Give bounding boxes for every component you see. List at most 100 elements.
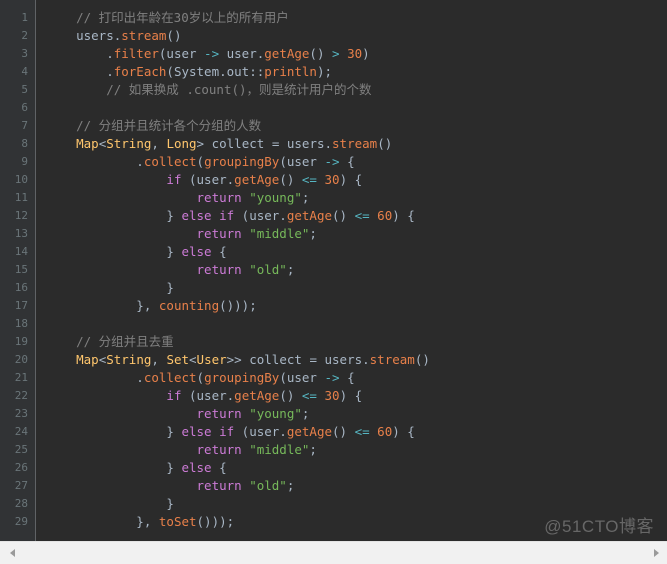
code-line[interactable]: .collect(groupingBy(user -> { [46,369,430,387]
code-token-string: "old" [249,262,287,277]
code-token-punc: }, [46,514,159,529]
code-token-number: 30 [324,172,340,187]
code-token-punc: () [309,46,332,61]
code-token-plain: (System.out:: [166,64,265,79]
code-line[interactable]: return "middle"; [46,225,430,243]
horizontal-scrollbar[interactable] [0,541,667,564]
code-line[interactable]: if (user.getAge() <= 30) { [46,387,430,405]
code-token-keyword: return [196,478,242,493]
code-token-plain: collect = users. [211,136,333,151]
code-line[interactable]: return "middle"; [46,441,430,459]
line-number: 27 [14,479,28,492]
code-token-keyword: return [196,442,242,457]
code-line[interactable]: ​ [46,99,430,117]
code-token-punc: . [46,370,144,385]
code-token-keyword: else [181,460,212,475]
code-token-number: 30 [347,46,363,61]
code-token-punc: } [46,280,174,295]
code-line[interactable]: .collect(groupingBy(user -> { [46,153,430,171]
source-code-content[interactable]: // 打印出年龄在30岁以上的所有用户 users.stream() .filt… [46,9,430,531]
code-token-type: Long [166,136,197,151]
code-token-type: Map [76,136,99,151]
code-line[interactable]: } else { [46,459,430,477]
code-line[interactable]: Map<String, Set<User>> collect = users.s… [46,351,430,369]
code-token-method: getAge [264,46,310,61]
code-token-operator: <= [354,424,370,439]
code-token-operator: -> [324,154,340,169]
code-line[interactable]: if (user.getAge() <= 30) { [46,171,430,189]
code-line[interactable]: return "young"; [46,189,430,207]
code-editor-pane[interactable]: 1 2 3 4 5 6 7 8 9 10 11 12 13 14 15 16 17 18 19 20 21 22 23 24 2… [0,0,667,541]
line-number: 28 [14,497,28,510]
code-token-string: "old" [249,478,287,493]
code-line[interactable]: }, counting())); [46,297,430,315]
line-number: 18 [14,317,28,330]
code-line[interactable]: } else if (user.getAge() <= 60) { [46,423,430,441]
code-line[interactable]: } else if (user.getAge() <= 60) { [46,207,430,225]
code-token-punc: . [46,46,114,61]
code-token-string: "middle" [249,226,310,241]
code-line[interactable]: ​ [46,315,430,333]
code-token-punc: ; [286,262,295,277]
code-token-punc: ) [362,46,370,61]
code-token-punc: () [377,136,393,151]
code-token-plain: (user. [234,208,287,223]
line-number: 11 [14,191,28,204]
code-token-method: stream [332,136,378,151]
code-token-method: getAge [286,424,332,439]
code-token-number: 30 [324,388,340,403]
code-token-comment: // 打印出年龄在30岁以上的所有用户 [76,10,289,25]
code-line[interactable]: return "old"; [46,477,430,495]
scrollbar-track[interactable] [21,548,648,558]
code-token-punc: > [196,136,212,151]
code-line[interactable]: } else { [46,243,430,261]
code-line[interactable]: users.stream() [46,27,430,45]
scroll-right-arrow-button[interactable] [648,542,665,564]
line-number: 24 [14,425,28,438]
code-token-keyword: return [196,262,242,277]
code-line[interactable]: .filter(user -> user.getAge() > 30) [46,45,430,63]
code-token-string: "middle" [249,442,310,457]
line-number: 5 [21,83,28,96]
scroll-left-arrow-button[interactable] [4,542,21,564]
line-number-column: 1 2 3 4 5 6 7 8 9 10 11 12 13 14 15 16 17 18 19 20 21 22 23 24 2… [0,9,28,531]
code-token-method: stream [121,28,167,43]
code-token-punc: () [279,388,302,403]
code-line[interactable]: // 如果换成 .count()，则是统计用户的个数 [46,81,430,99]
code-editor-window: 1 2 3 4 5 6 7 8 9 10 11 12 13 14 15 16 17 18 19 20 21 22 23 24 2… [0,0,667,564]
code-line[interactable]: // 打印出年龄在30岁以上的所有用户 [46,9,430,27]
line-number: 26 [14,461,28,474]
code-line[interactable]: Map<String, Long> collect = users.stream… [46,135,430,153]
code-token-punc: ; [301,406,310,421]
code-line[interactable]: }, toSet())); [46,513,430,531]
code-token-punc: ; [309,226,317,241]
code-token-keyword: else if [181,424,235,439]
code-line[interactable]: // 分组并且去重 [46,333,430,351]
code-token-keyword: return [196,226,242,241]
code-token-type: String [106,352,152,367]
code-token-operator: <= [301,172,317,187]
code-token-keyword: return [196,406,242,421]
code-token-keyword: return [196,190,242,205]
code-line[interactable]: return "young"; [46,405,430,423]
code-line[interactable]: return "old"; [46,261,430,279]
code-token-plain: collect = users. [249,352,370,367]
code-line[interactable]: // 分组并且统计各个分组的人数 [46,117,430,135]
code-token-type: Set [166,352,190,367]
line-number: 8 [21,137,28,150]
code-token-punc: }, [46,298,159,313]
code-line[interactable]: } [46,495,430,513]
code-line[interactable]: .forEach(System.out::println); [46,63,430,81]
code-line[interactable]: } [46,279,430,297]
